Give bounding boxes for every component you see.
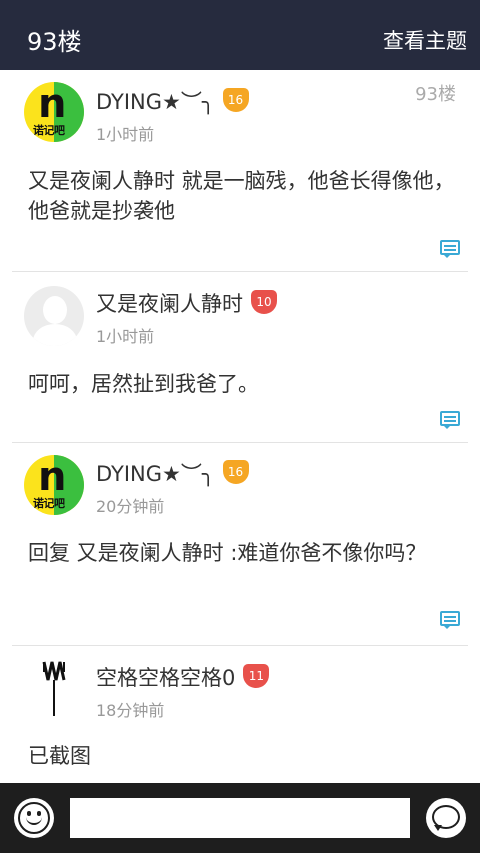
bottom-bar — [0, 783, 480, 853]
post-text: 又是夜阑人静时 就是一脑残，他爸长得像他，他爸就是抄袭他 — [28, 169, 455, 223]
avatar[interactable] — [24, 658, 84, 718]
level-badge: 16 — [222, 460, 249, 484]
level-badge: 11 — [243, 664, 270, 688]
avatar[interactable]: n 诺记吧 — [24, 455, 84, 515]
reply-icon[interactable] — [440, 611, 460, 629]
floor-label: 93楼 — [415, 84, 456, 105]
post-text: 呵呵，居然扯到我爸了。 — [28, 372, 259, 396]
reply-icon[interactable] — [440, 411, 460, 429]
list-item: 又是夜阑人静时 10 1小时前 呵呵，居然扯到我爸了。 — [12, 272, 468, 443]
post-text: 已截图 — [28, 744, 91, 768]
list-item: 空格空格空格0 11 18分钟前 已截图 — [12, 646, 468, 783]
post-time: 18分钟前 — [96, 701, 165, 720]
top-bar: 93楼 查看主题 — [0, 0, 480, 70]
reply-input[interactable] — [70, 798, 410, 838]
level-badge: 10 — [251, 290, 277, 314]
level-badge: 16 — [222, 88, 249, 112]
emoji-icon[interactable] — [14, 798, 54, 838]
username[interactable]: DYING★︶╮ 16 — [96, 86, 249, 116]
view-topic-button[interactable]: 查看主题 — [383, 25, 467, 55]
avatar[interactable] — [24, 286, 84, 346]
list-item: n 诺记吧 DYING★︶╮ 16 20分钟前 回复 又是夜阑人静时 :难道你爸不… — [12, 443, 468, 646]
avatar[interactable]: n 诺记吧 — [24, 82, 84, 142]
post-text: 回复 又是夜阑人静时 :难道你爸不像你吗？ — [28, 541, 427, 565]
list-item: n 诺记吧 DYING★︶╮ 16 1小时前 93楼 又是夜阑人静时 就是一脑残，… — [12, 70, 468, 272]
mm-logo-icon — [42, 661, 66, 716]
username[interactable]: 又是夜阑人静时 10 — [96, 288, 277, 318]
post-time: 20分钟前 — [96, 497, 165, 516]
reply-list[interactable]: n 诺记吧 DYING★︶╮ 16 1小时前 93楼 又是夜阑人静时 就是一脑残，… — [0, 70, 480, 783]
page-title: 93楼 — [27, 28, 82, 56]
post-time: 1小时前 — [96, 327, 155, 346]
post-time: 1小时前 — [96, 125, 155, 144]
username[interactable]: DYING★︶╮ 16 — [96, 458, 249, 488]
username[interactable]: 空格空格空格0 11 — [96, 662, 270, 692]
chat-send-icon[interactable] — [426, 798, 466, 838]
reply-icon[interactable] — [440, 240, 460, 258]
